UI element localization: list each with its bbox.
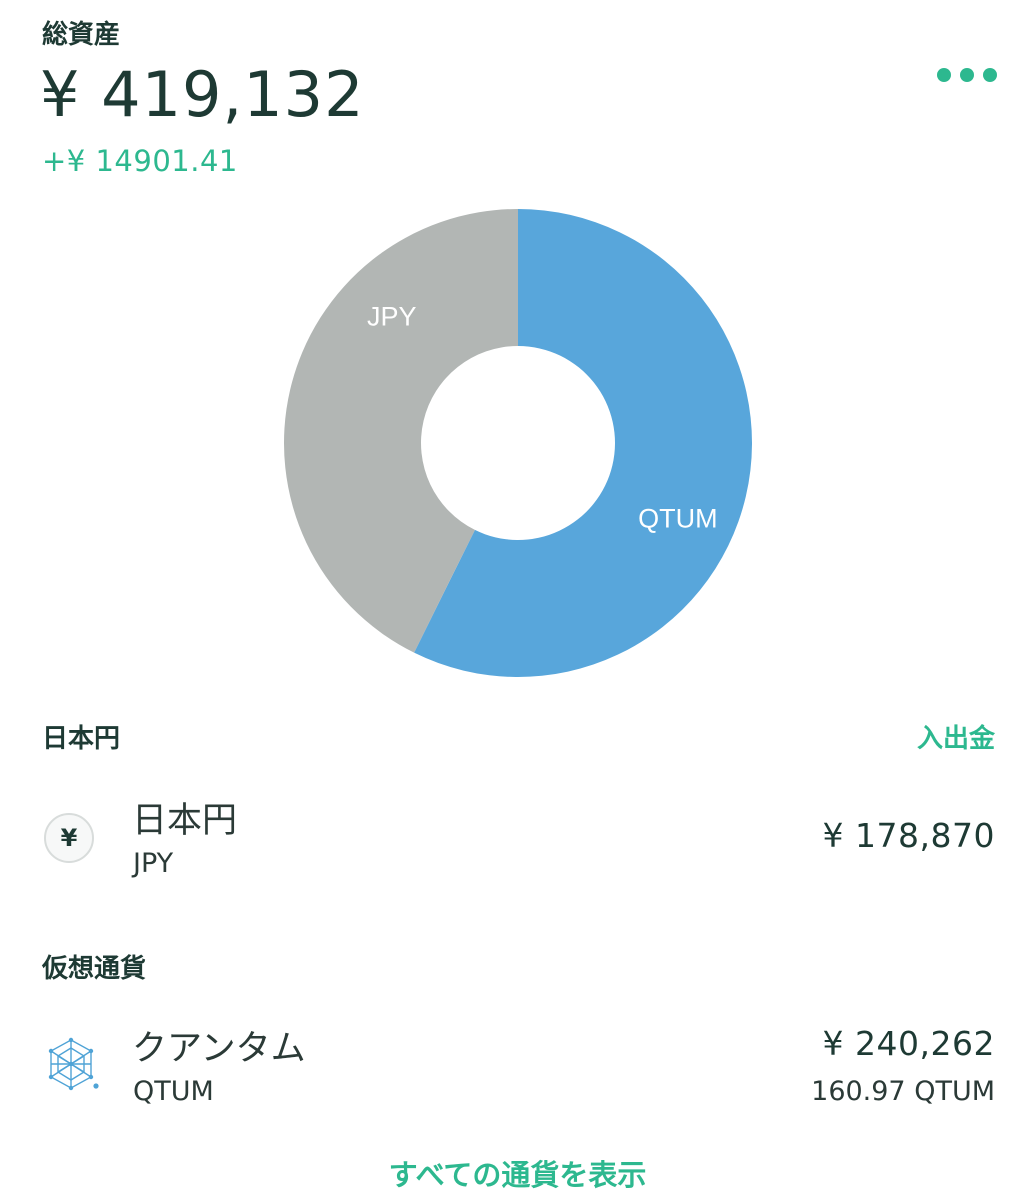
coin-value: ¥ 178,870 <box>822 816 995 855</box>
qtum-icon <box>48 1037 99 1091</box>
donut-slices <box>284 209 752 677</box>
coin-code: QTUM <box>133 1076 214 1107</box>
asset-donut-chart: QTUM JPY <box>284 209 752 677</box>
fiat-section-title: 日本円 <box>42 724 121 754</box>
donut-label-qtum: QTUM <box>638 503 717 533</box>
coin-value: ¥ 240,262 <box>822 1024 995 1063</box>
list-item-jpy[interactable]: ¥ 日本円 JPY ¥ 178,870 <box>0 778 1035 898</box>
list-item-qtum[interactable]: クアンタム QTUM ¥ 240,262 160.97 QTUM <box>0 1006 1035 1126</box>
donut-label-jpy: JPY <box>367 301 417 331</box>
deposit-withdraw-link[interactable]: 入出金 <box>917 718 995 755</box>
coin-name: 日本円 <box>132 801 238 841</box>
yen-icon: ¥ <box>44 813 94 863</box>
coin-code: JPY <box>133 848 174 879</box>
crypto-section-title: 仮想通貨 <box>42 954 147 984</box>
coin-amount: 160.97 QTUM <box>811 1076 995 1107</box>
coin-name: クアンタム <box>132 1029 306 1069</box>
show-all-currencies-link[interactable]: すべての通貨を表示 <box>0 1152 1035 1194</box>
